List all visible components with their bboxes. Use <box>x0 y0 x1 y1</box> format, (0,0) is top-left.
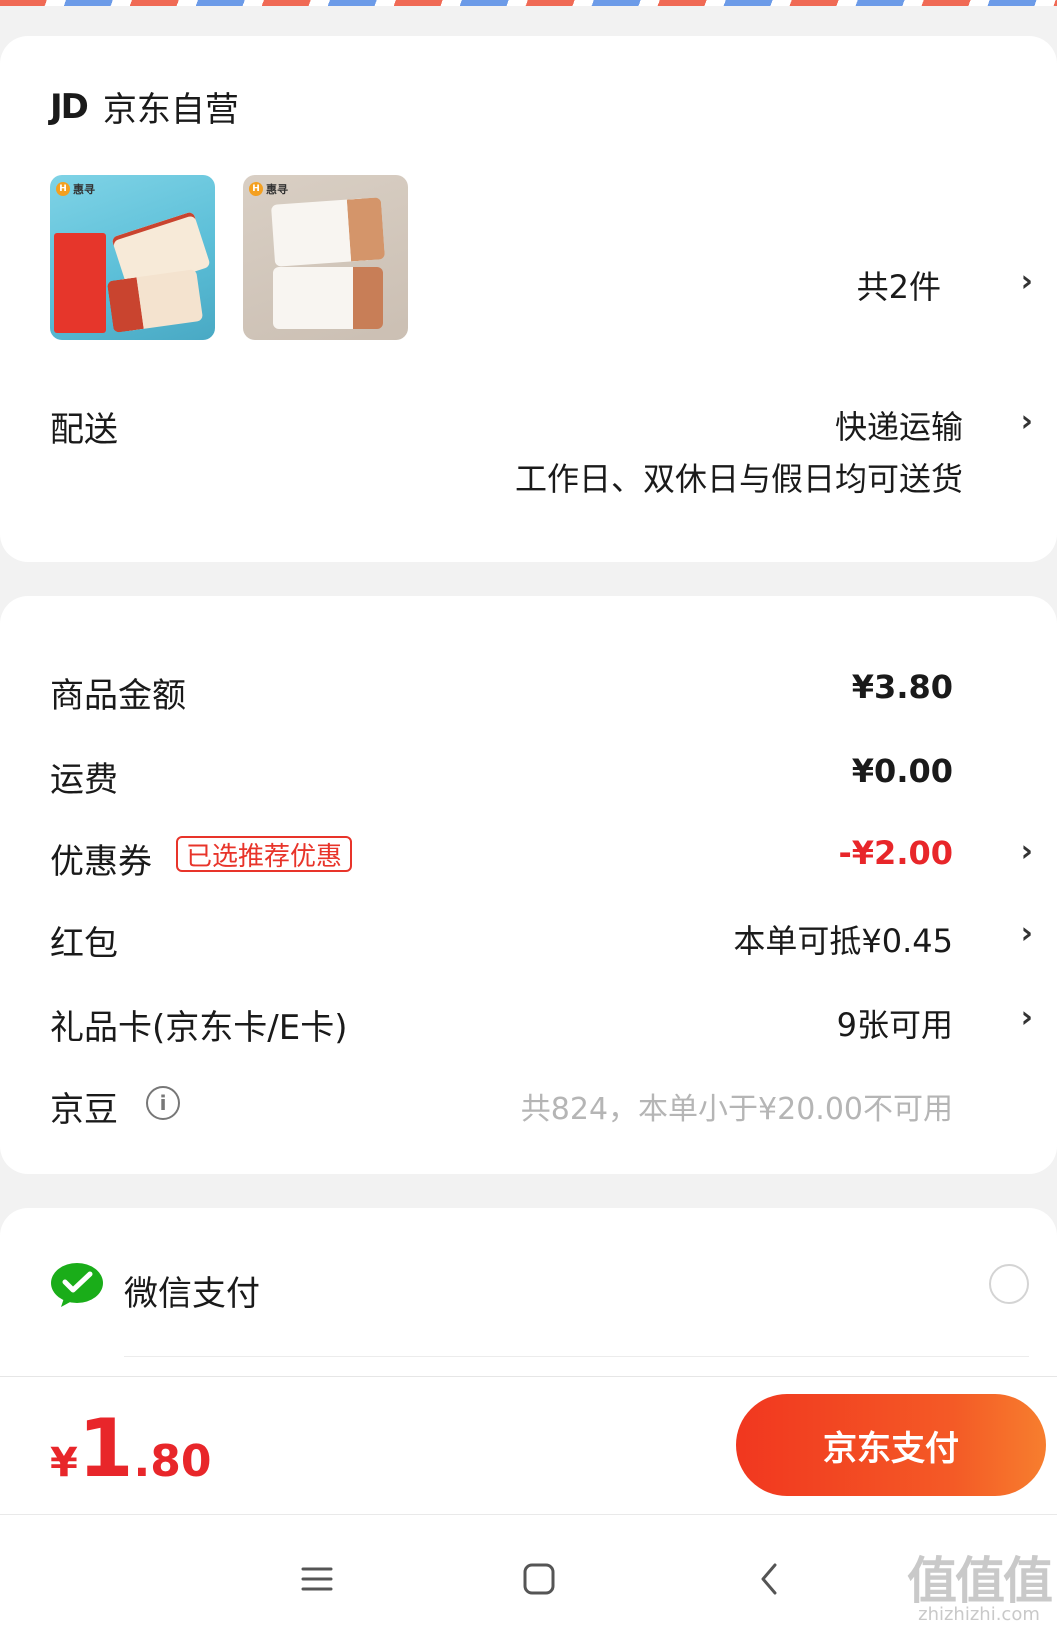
product-thumbnail-2[interactable]: H 惠寻 <box>243 175 408 340</box>
item-count: 共2件 <box>856 268 941 306</box>
chevron-right-icon[interactable]: › <box>1021 404 1033 439</box>
chevron-right-icon[interactable]: › <box>1021 264 1033 299</box>
shop-header: JD 京东自营 <box>50 82 239 131</box>
giftcard-label: 礼品卡(京东卡/E卡) <box>50 1008 348 1048</box>
product-brand-label: H 惠寻 <box>249 181 288 197</box>
home-icon[interactable] <box>516 1556 562 1602</box>
coupon-label: 优惠券 <box>50 842 152 882</box>
product-brand-label: H 惠寻 <box>56 181 95 197</box>
wechat-pay-icon <box>51 1263 103 1307</box>
tissue-box-image <box>106 268 204 334</box>
total-decimal: .80 <box>133 1436 212 1487</box>
shipping-label: 运费 <box>50 760 118 800</box>
redpacket-value[interactable]: 本单可抵¥0.45 <box>733 916 953 962</box>
chevron-right-icon[interactable]: › <box>1021 1000 1033 1035</box>
info-icon[interactable]: i <box>146 1086 180 1120</box>
wechat-pay-label[interactable]: 微信支付 <box>124 1266 260 1315</box>
watermark: 值值值 zhizhizhi.com <box>907 1552 1053 1625</box>
jd-logo: JD <box>50 86 89 127</box>
shop-name: 京东自营 <box>102 90 239 130</box>
tissue-pack-image <box>270 197 386 267</box>
delivery-note: 工作日、双休日与假日均可送货 <box>514 460 963 498</box>
giftcard-value[interactable]: 9张可用 <box>837 1000 953 1046</box>
delivery-label: 配送 <box>50 410 118 450</box>
jd-pay-button[interactable]: 京东支付 <box>736 1394 1046 1496</box>
coupon-value[interactable]: -¥2.00 <box>839 834 954 872</box>
airmail-border <box>0 0 1057 6</box>
coupon-recommended-tag: 已选推荐优惠 <box>176 836 353 872</box>
chevron-right-icon[interactable]: › <box>1021 834 1033 869</box>
product-thumbnail-1[interactable]: H 惠寻 <box>50 175 215 340</box>
redpacket-label: 红包 <box>50 924 118 964</box>
shipping-value: ¥0.00 <box>851 752 953 790</box>
tissue-pack-image <box>273 267 383 329</box>
jingdou-value: 共824，本单小于¥20.00不可用 <box>520 1092 953 1127</box>
menu-icon[interactable] <box>294 1556 340 1602</box>
promo-banner <box>54 233 106 333</box>
total-currency: ¥ <box>50 1440 78 1486</box>
goods-amount-value: ¥3.80 <box>851 668 953 706</box>
jingdou-label: 京豆 <box>50 1090 118 1130</box>
wechat-pay-radio[interactable] <box>989 1264 1029 1304</box>
item-count-link[interactable]: 共2件 <box>857 262 941 308</box>
back-icon[interactable] <box>746 1556 792 1602</box>
divider <box>124 1356 1029 1357</box>
total-integer: 1 <box>77 1402 134 1495</box>
total-price: ¥ 1 .80 <box>50 1402 211 1495</box>
chevron-right-icon[interactable]: › <box>1021 916 1033 951</box>
goods-amount-label: 商品金额 <box>50 676 186 716</box>
delivery-method[interactable]: 快递运输 <box>835 402 963 448</box>
